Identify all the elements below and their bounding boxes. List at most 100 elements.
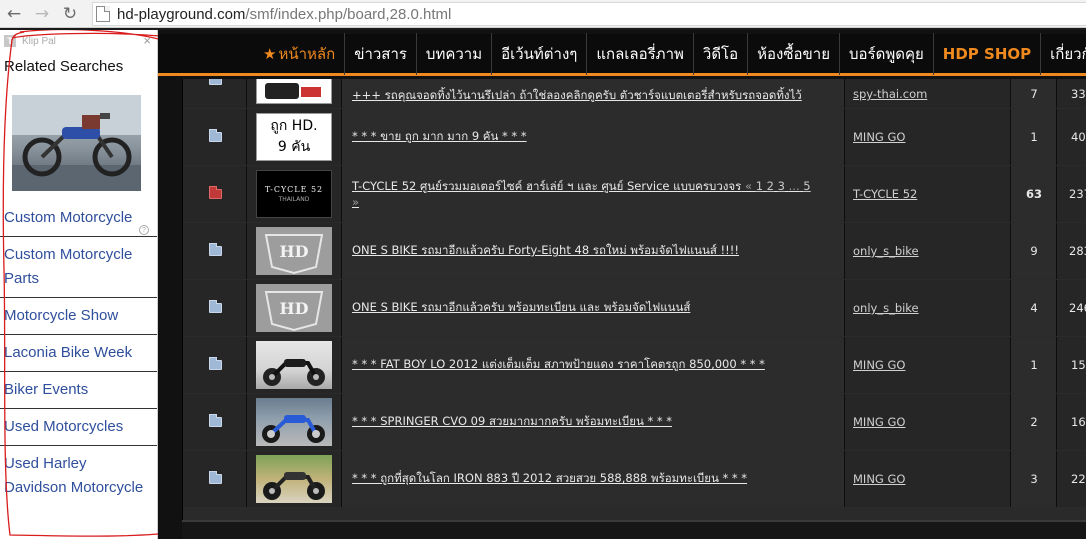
- topic-list: +++ รถคุณจอดทิ้งไว้นานรึเปล่า ถ้าใช่ลองค…: [182, 79, 1086, 529]
- reply-count: 3: [1030, 472, 1038, 486]
- ad-image-motorcycle[interactable]: [12, 95, 141, 191]
- reply-count: 2: [1030, 415, 1038, 429]
- thumbnail-logo-subtext: THAILAND: [278, 196, 310, 203]
- klip-pal-logo-icon: T: [4, 35, 16, 47]
- reply-count: 1: [1030, 130, 1038, 144]
- pages-suffix: »: [352, 195, 360, 209]
- pages-ellipsis: ...: [788, 179, 800, 193]
- related-search-link[interactable]: Used Motorcycles: [0, 409, 157, 446]
- topic-thumbnail-motorcycle[interactable]: [256, 398, 332, 446]
- topic-author-link[interactable]: MING GO: [853, 358, 905, 372]
- page-link[interactable]: 2: [767, 179, 774, 193]
- pages-prefix: «: [744, 179, 753, 193]
- reply-count: 7: [1030, 87, 1038, 101]
- related-search-link[interactable]: Custom Motorcycle Parts: [0, 237, 157, 298]
- topic-thumbnail-battery-charger[interactable]: [256, 79, 332, 104]
- topic-title-link[interactable]: T-CYCLE 52 ศูนย์รวมมอเตอร์ไซค์ ฮาร์เล่ย์…: [352, 178, 838, 210]
- view-count: 15: [1071, 358, 1086, 372]
- reload-icon[interactable]: ↻: [56, 0, 84, 28]
- topic-author-link[interactable]: T-CYCLE 52: [853, 187, 917, 201]
- table-row[interactable]: * * * ถูกที่สุดในโลก IRON 883 ปี 2012 สว…: [183, 451, 1086, 507]
- nav-events[interactable]: อีเว้นท์ต่างๆ: [492, 32, 588, 75]
- topic-author-link[interactable]: only_s_bike: [853, 244, 919, 258]
- page-icon: [96, 6, 110, 22]
- view-count: 33: [1071, 87, 1086, 101]
- table-row[interactable]: * * * SPRINGER CVO 09 สวยมากมากครับ พร้อ…: [183, 394, 1086, 450]
- address-bar[interactable]: hd-playground.com/smf/index.php/board,28…: [92, 2, 1086, 26]
- topic-title-link[interactable]: ONE S BIKE รถมาอีกแล้วครับ พร้อมทะเบียน …: [352, 299, 838, 317]
- page-link[interactable]: 3: [778, 179, 785, 193]
- nav-home[interactable]: ★ หน้าหลัก: [254, 32, 346, 75]
- klip-pal-panel: T Klip Pal × Related Searches ? Custom M…: [0, 30, 158, 539]
- back-arrow-icon[interactable]: ←: [0, 0, 28, 28]
- nav-marketplace[interactable]: ห้องซื้อขาย: [748, 32, 841, 75]
- close-icon[interactable]: ×: [143, 33, 151, 48]
- page-link[interactable]: 1: [756, 179, 763, 193]
- page-link[interactable]: 5: [803, 179, 810, 193]
- nav-hdp-shop[interactable]: HDP SHOP: [934, 32, 1042, 75]
- view-count: 246: [1069, 301, 1086, 315]
- table-row[interactable]: +++ รถคุณจอดทิ้งไว้นานรึเปล่า ถ้าใช่ลองค…: [183, 79, 1086, 108]
- topic-thumbnail[interactable]: T-CYCLE 52 THAILAND: [256, 170, 332, 218]
- topic-title-link[interactable]: +++ รถคุณจอดทิ้งไว้นานรึเปล่า ถ้าใช่ลองค…: [352, 87, 838, 105]
- related-search-link[interactable]: Laconia Bike Week: [0, 335, 157, 372]
- folder-icon: [209, 300, 222, 313]
- forward-arrow-icon[interactable]: →: [28, 0, 56, 28]
- nav-news[interactable]: ข่าวสาร: [345, 32, 417, 75]
- reply-count: 63: [1025, 187, 1042, 201]
- url-path: /smf/index.php/board,28.0.html: [245, 5, 452, 23]
- table-row[interactable]: HD ONE S BIKE รถมาอีกแล้วครับ Forty-Eigh…: [183, 223, 1086, 279]
- related-search-link[interactable]: Biker Events: [0, 372, 157, 409]
- thumbnail-logo-text: HD: [279, 241, 309, 261]
- board-footer: [182, 520, 1086, 539]
- topic-thumbnail[interactable]: HD: [256, 227, 332, 275]
- folder-icon: [209, 414, 222, 427]
- topic-thumbnail[interactable]: ถูก HD. 9 คัน: [256, 113, 332, 161]
- nav-home-label: หน้าหลัก: [278, 44, 336, 63]
- folder-icon: [209, 243, 222, 256]
- nav-about[interactable]: เกี่ยวกับเรา: [1041, 33, 1086, 75]
- reply-count: 1: [1030, 358, 1038, 372]
- nav-video[interactable]: วิดีโอ: [694, 32, 749, 75]
- topic-author-link[interactable]: MING GO: [853, 130, 905, 144]
- related-searches-heading: Related Searches: [4, 58, 124, 75]
- table-row[interactable]: * * * FAT BOY LO 2012 แต่งเต็มเต็ม สภาพป…: [183, 337, 1086, 393]
- thumbnail-logo-text: HD: [279, 298, 309, 318]
- nav-gallery[interactable]: แกลเลอรี่ภาพ: [587, 32, 694, 75]
- folder-icon: [209, 471, 222, 484]
- topic-author-link[interactable]: only_s_bike: [853, 301, 919, 315]
- topic-thumbnail[interactable]: HD: [256, 284, 332, 332]
- topic-pages: « 1 2 3 ... 5: [745, 179, 811, 193]
- topic-title-link[interactable]: * * * SPRINGER CVO 09 สวยมากมากครับ พร้อ…: [352, 413, 838, 431]
- forum-area: ★ หน้าหลัก ข่าวสาร บทความ อีเว้นท์ต่างๆ แ…: [158, 30, 1086, 539]
- table-row[interactable]: T-CYCLE 52 THAILAND T-CYCLE 52 ศูนย์รวมม…: [183, 166, 1086, 222]
- nav-articles[interactable]: บทความ: [417, 32, 493, 75]
- topic-title-link[interactable]: ONE S BIKE รถมาอีกแล้วครับ Forty-Eight 4…: [352, 242, 838, 260]
- topic-thumbnail-motorcycle[interactable]: [256, 341, 332, 389]
- topic-title-link[interactable]: * * * ขาย ถูก มาก มาก 9 คัน * * *: [352, 128, 838, 146]
- table-row[interactable]: ถูก HD. 9 คัน * * * ขาย ถูก มาก มาก 9 คัน…: [183, 109, 1086, 165]
- reply-count: 4: [1030, 301, 1038, 315]
- url-host: hd-playground.com: [117, 5, 246, 23]
- topic-thumbnail-motorcycle[interactable]: [256, 455, 332, 503]
- related-search-link[interactable]: Motorcycle Show: [0, 298, 157, 335]
- related-search-link[interactable]: Used Harley Davidson Motorcycle: [0, 446, 157, 506]
- url-text[interactable]: hd-playground.com/smf/index.php/board,28…: [117, 6, 451, 23]
- thumbnail-text-line: ถูก HD.: [270, 118, 318, 134]
- thumbnail-logo-text: T-CYCLE 52: [264, 185, 324, 194]
- topic-author-link[interactable]: spy-thai.com: [853, 87, 927, 101]
- topic-author-link[interactable]: MING GO: [853, 472, 905, 486]
- nav-forum[interactable]: บอร์ดพูดคุย: [840, 32, 934, 75]
- view-count: 283: [1069, 244, 1086, 258]
- table-row[interactable]: HD ONE S BIKE รถมาอีกแล้วครับ พร้อมทะเบี…: [183, 280, 1086, 336]
- reply-count: 9: [1030, 244, 1038, 258]
- topic-title-link[interactable]: * * * ถูกที่สุดในโลก IRON 883 ปี 2012 สว…: [352, 470, 838, 488]
- topic-author-link[interactable]: MING GO: [853, 415, 905, 429]
- view-count: 16: [1071, 415, 1086, 429]
- browser-toolbar: ← → ↻ hd-playground.com/smf/index.php/bo…: [0, 0, 1086, 28]
- related-search-link[interactable]: Custom Motorcycle: [0, 200, 157, 237]
- related-searches-list: Custom Motorcycle Custom Motorcycle Part…: [0, 200, 157, 506]
- view-count: 237: [1069, 187, 1086, 201]
- folder-icon: [209, 357, 222, 370]
- topic-title-link[interactable]: * * * FAT BOY LO 2012 แต่งเต็มเต็ม สภาพป…: [352, 356, 838, 374]
